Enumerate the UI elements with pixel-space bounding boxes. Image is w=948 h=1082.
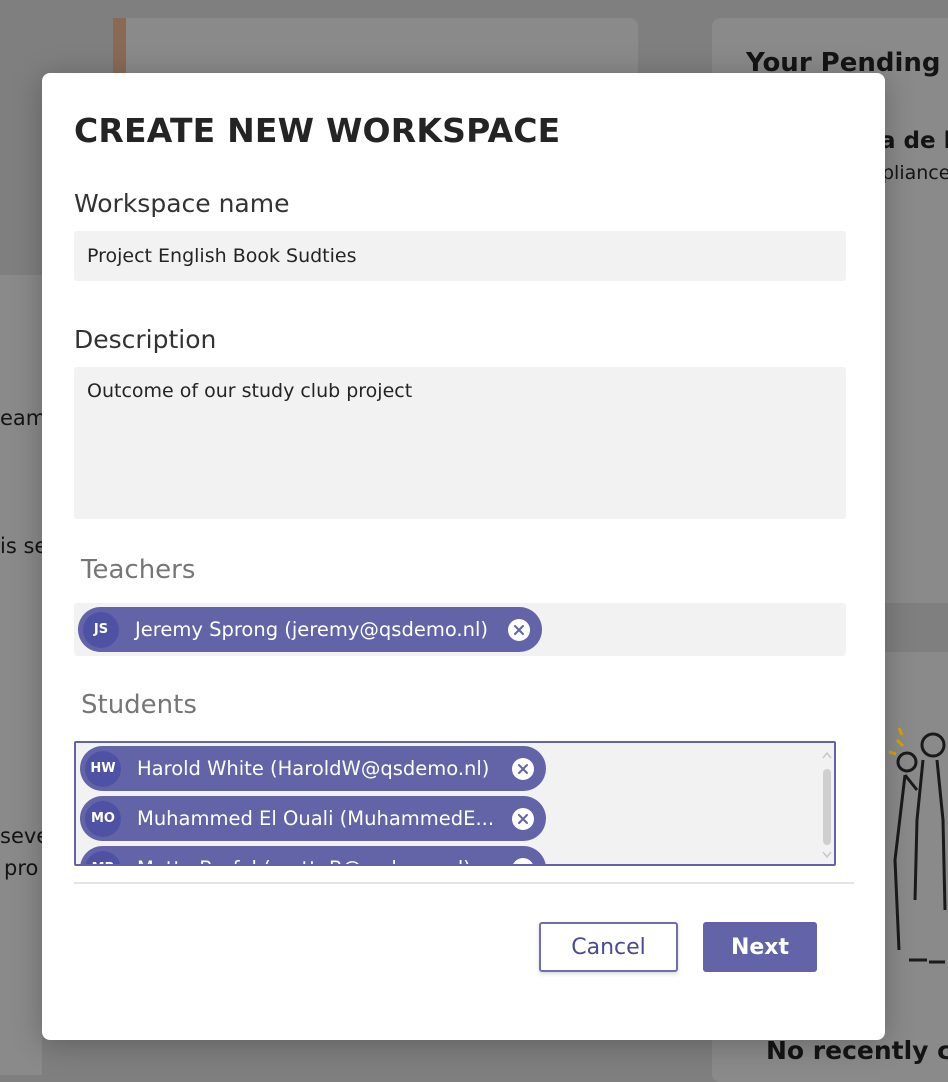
background-card-left (0, 275, 42, 1075)
pending-request-item: a de l (880, 128, 948, 154)
left-fragment: seve (0, 824, 42, 848)
left-fragment: pro (4, 856, 39, 880)
student-name: Muhammed El Ouali (MuhammedE... (137, 807, 495, 830)
close-icon (518, 813, 528, 824)
teachers-picker[interactable]: JS Jeremy Sprong (jeremy@qsdemo.nl) (74, 603, 846, 656)
workspace-name-label: Workspace name (74, 189, 290, 218)
teacher-pill: JS Jeremy Sprong (jeremy@qsdemo.nl) (78, 607, 542, 652)
remove-student-button[interactable] (512, 807, 534, 830)
scroll-up-icon[interactable] (822, 751, 832, 759)
create-workspace-dialog: CREATE NEW WORKSPACE Workspace name Desc… (42, 73, 885, 1040)
remove-teacher-button[interactable] (508, 618, 530, 641)
teacher-name: Jeremy Sprong (jeremy@qsdemo.nl) (135, 618, 488, 641)
avatar: MO (85, 800, 121, 837)
next-button[interactable]: Next (703, 922, 817, 972)
description-textarea[interactable]: Outcome of our study club project (74, 367, 846, 519)
students-picker[interactable]: HW Harold White (HaroldW@qsdemo.nl) MO M… (74, 741, 836, 866)
scrollbar-thumb[interactable] (823, 769, 831, 845)
student-pill: MB Mette Borfal (metteB@qsdemo.nl) (80, 846, 546, 864)
dialog-title: CREATE NEW WORKSPACE (74, 111, 561, 150)
avatar: JS (83, 611, 119, 648)
background-card-top (113, 18, 638, 78)
student-name: Harold White (HaroldW@qsdemo.nl) (137, 757, 490, 780)
student-name: Mette Borfal (metteB@qsdemo.nl) (137, 857, 471, 864)
close-icon (518, 863, 528, 864)
student-pill: MO Muhammed El Ouali (MuhammedE... (80, 796, 546, 841)
close-icon (514, 624, 524, 635)
no-recent-text: No recently cr (766, 1036, 948, 1065)
people-illustration (888, 727, 947, 964)
cancel-button[interactable]: Cancel (539, 922, 678, 972)
remove-student-button[interactable] (512, 757, 534, 780)
description-label: Description (74, 325, 217, 354)
student-pill: HW Harold White (HaroldW@qsdemo.nl) (80, 746, 546, 791)
close-icon (518, 763, 528, 774)
avatar: MB (85, 850, 121, 864)
scroll-down-icon[interactable] (822, 851, 832, 859)
avatar: HW (85, 750, 121, 787)
pending-request-subtext: pliance (882, 162, 948, 184)
background-card-accent (113, 18, 126, 78)
workspace-name-input[interactable] (74, 231, 846, 281)
students-label: Students (81, 690, 197, 720)
teachers-label: Teachers (81, 555, 196, 585)
students-scrollbar[interactable] (822, 751, 832, 859)
remove-student-button[interactable] (512, 857, 534, 864)
left-fragment: eam (0, 406, 42, 430)
left-fragment: is se (0, 534, 42, 558)
footer-divider (74, 882, 854, 884)
